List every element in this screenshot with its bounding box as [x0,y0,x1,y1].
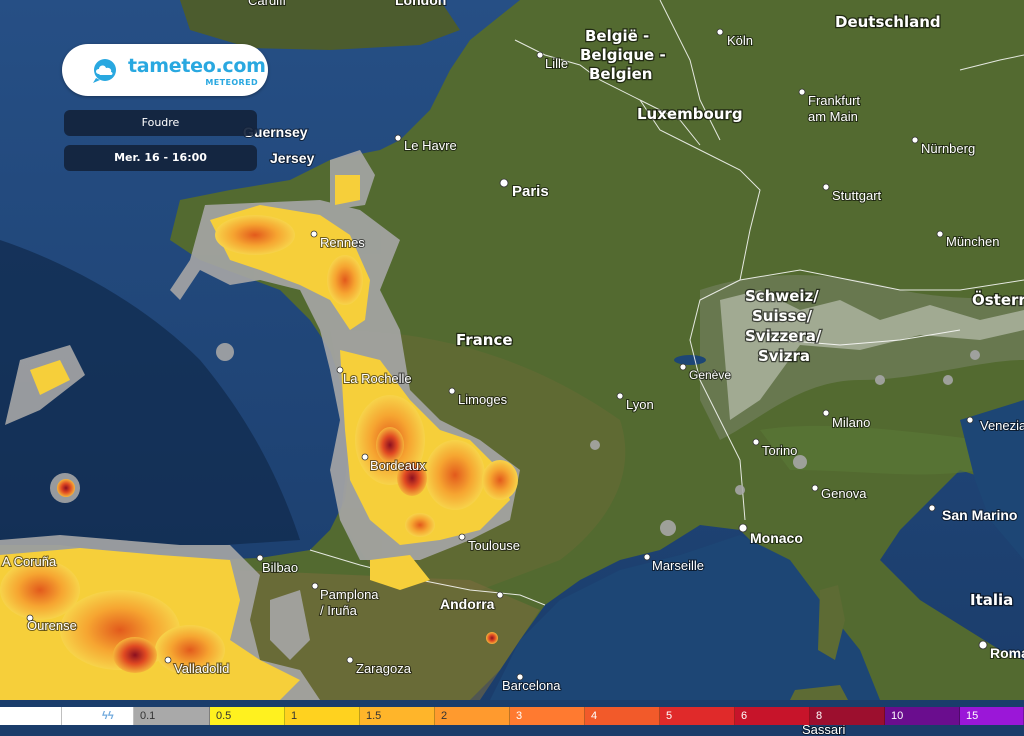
legend-swatch: 8 [810,707,885,725]
legend-label: 1 [291,710,298,722]
legend-label: 1.5 [366,710,382,722]
layer-selector[interactable]: Foudre [64,110,257,136]
country-swiss-4: Svizra [758,347,810,365]
legend-swatch: 4 [585,707,660,725]
legend-label: 8 [816,710,823,722]
legend-swatch: 2 [435,707,510,725]
time-selector[interactable]: Mer. 16 - 16:00 [64,145,257,171]
legend-swatch [0,707,62,725]
city-nurnberg: Nürnberg [921,141,975,156]
city-bilbao: Bilbao [262,560,298,575]
city-bordeaux: Bordeaux [370,458,426,473]
country-france: France [456,331,513,349]
city-pamplona-iruna: / Iruña [320,603,358,618]
brand-tagline: METEORED [205,78,258,87]
brand-name: tameteo.com [128,55,266,77]
city-roma: Roma [990,645,1024,661]
country-swiss-2: Suisse/ [752,307,813,325]
legend-swatch: 15 [960,707,1024,725]
tameteo-logo[interactable]: tameteo.com METEORED [62,44,268,96]
city-venezia: Venezia [980,418,1024,433]
city-a-coruna: A Coruña [2,554,57,569]
country-italia: Italia [970,591,1013,609]
city-frankfurt-am-main: am Main [808,109,858,124]
legend-swatch: 1.5 [360,707,435,725]
city-paris: Paris [512,183,549,200]
city-valladolid: Valladolid [174,661,229,676]
legend-swatch: 5 [660,707,735,725]
city-pamplona: Pamplona [320,587,379,602]
country-luxembourg: Luxembourg [637,105,743,123]
legend-label: 3 [516,710,523,722]
legend-label: 0.5 [216,710,232,722]
legend-label: 0.1 [140,710,156,722]
legend-label: 6 [741,710,748,722]
city-cardiff: Cardiff [248,0,286,8]
legend-label: 10 [891,710,904,722]
city-limoges: Limoges [458,392,508,407]
legend-label: ϟϟ [102,710,114,722]
legend-label: 15 [966,710,979,722]
country-belgium-3: Belgien [589,65,652,83]
precipitation-legend: ϟϟ 0.1 0.5 1 1.5 2 3 4 5 6 8 10 15 [0,707,1024,725]
legend-swatch: 0.5 [210,707,285,725]
city-la-rochelle: La Rochelle [343,371,412,386]
city-london: London [395,0,446,8]
city-marseille: Marseille [652,558,704,573]
city-munchen: München [946,234,999,249]
city-ourense: Ourense [27,618,77,633]
city-san-marino: San Marino [942,507,1017,523]
country-deutschland: Deutschland [835,13,941,31]
city-monaco: Monaco [750,530,803,546]
city-milano: Milano [832,415,870,430]
country-swiss-3: Svizzera/ [745,327,822,345]
country-swiss-1: Schweiz/ [745,287,819,305]
legend-swatch: 10 [885,707,960,725]
legend-label: 2 [441,710,448,722]
legend-swatch: ϟϟ [62,707,134,725]
city-lyon: Lyon [626,397,654,412]
legend-swatch: 6 [735,707,810,725]
city-koln: Köln [727,33,753,48]
legend-swatch: 1 [285,707,360,725]
city-lille: Lille [545,56,568,71]
city-andorra: Andorra [440,596,495,612]
city-genova: Genova [821,486,867,501]
country-belgium-1: België - [585,27,649,45]
legend-swatch: 3 [510,707,585,725]
city-torino: Torino [762,443,797,458]
city-le-havre: Le Havre [404,138,457,153]
cloud-logo-icon [93,59,116,83]
city-frankfurt: Frankfurt [808,93,860,108]
island-jersey: Jersey [270,150,315,166]
city-barcelona: Barcelona [502,678,561,693]
legend-label: 4 [591,710,598,722]
city-geneve: Genève [689,368,731,382]
legend-swatch: 0.1 [134,707,210,725]
country-belgium-2: Belgique - [580,46,666,64]
country-osterreich: Österr [972,290,1024,309]
city-stuttgart: Stuttgart [832,188,882,203]
legend-label: 5 [666,710,673,722]
city-rennes: Rennes [320,235,365,250]
city-zaragoza: Zaragoza [356,661,412,676]
city-toulouse: Toulouse [468,538,520,553]
